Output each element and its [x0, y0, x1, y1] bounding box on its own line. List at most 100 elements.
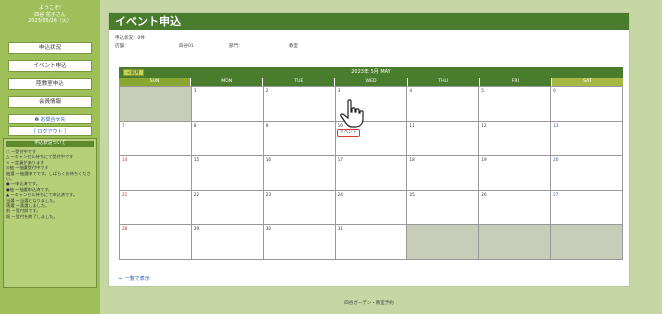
page-title: イベント申込	[109, 13, 629, 30]
store-label: 店舗：	[115, 44, 129, 49]
calendar-cell[interactable]: 12	[479, 121, 552, 157]
weekday-sun: SUN	[119, 78, 192, 86]
calendar-cell[interactable]: 15	[191, 156, 264, 191]
calendar-cell[interactable]: 13	[551, 121, 623, 157]
day-number: 17	[337, 157, 343, 163]
calendar-month: 2023年 5月 MAY	[351, 69, 391, 75]
sidebar-event-application-button[interactable]: イベント申込	[8, 60, 92, 72]
calendar-cell[interactable]: 26	[479, 190, 552, 226]
day-number: 25	[409, 191, 415, 197]
department-value: 教室	[289, 44, 298, 49]
weekday-thu: THU	[407, 78, 480, 86]
day-number: 20	[553, 157, 559, 163]
day-number: 4	[409, 88, 413, 93]
day-number: 18	[409, 157, 415, 163]
weekday-sat: SAT	[551, 78, 623, 86]
calendar-cell[interactable]: 28	[120, 225, 192, 260]
calendar-cell[interactable]: 2	[263, 87, 336, 122]
day-number: 2	[265, 88, 269, 93]
department-label: 部門：	[229, 44, 243, 49]
day-number: 26	[481, 191, 487, 197]
status-legend: 申込状況ついて ○ ー受付中です △ ーキャンセル待ちにて受付中です × ー定員…	[3, 138, 97, 288]
day-number: 12	[481, 122, 487, 128]
calendar-cell[interactable]: 11	[407, 121, 480, 157]
day-number: 14	[122, 157, 128, 163]
day-number: 15	[193, 157, 200, 163]
calendar-cell[interactable]: 17	[335, 156, 408, 191]
event-calendar: 2023年 5月 MAY <前月 SUN MON TUE WED THU FRI…	[119, 67, 623, 277]
calendar-cell[interactable]: 25	[407, 190, 480, 226]
day-number: 22	[193, 191, 200, 197]
day-number: 28	[122, 226, 128, 232]
day-number: 21	[122, 191, 128, 197]
legend-item: 抽選 ー抽選申でです。しばらくお待ちください。	[6, 170, 91, 182]
sidebar-member-info-button[interactable]: 会員情報	[8, 96, 92, 108]
footer: 四谷ガーデン・教室予約	[344, 301, 394, 306]
calendar-cell[interactable]: 29	[191, 225, 264, 260]
current-date: 2023/05/26（火）	[28, 18, 72, 24]
day-number: 3	[337, 88, 341, 93]
calendar-cell[interactable]: 5	[479, 87, 552, 122]
calendar-cell[interactable]: 30	[263, 225, 336, 260]
calendar-cell[interactable]: 24	[335, 190, 408, 226]
day-number: 8	[193, 122, 197, 128]
calendar-cell-empty	[120, 87, 192, 122]
calendar-cell[interactable]: 16	[263, 156, 336, 191]
day-number: 27	[553, 191, 559, 197]
calendar-cell[interactable]: 18	[407, 156, 480, 191]
day-number: 1	[193, 88, 197, 93]
day-number: 11	[409, 122, 415, 128]
weekday-tue: TUE	[263, 78, 336, 86]
calendar-cell[interactable]: 31	[335, 225, 408, 260]
calendar-cell[interactable]: 7	[120, 121, 192, 157]
weekday-fri: FRI	[479, 78, 552, 86]
calendar-cell[interactable]: 4	[407, 87, 480, 122]
day-number: 6	[553, 88, 556, 93]
calendar-cell-empty	[407, 225, 480, 260]
day-number: 13	[553, 122, 559, 128]
legend-item: 既 ー受付を終了しました。	[6, 213, 58, 219]
previous-month-button[interactable]: <前月	[123, 69, 144, 76]
day-number: 30	[265, 226, 272, 232]
day-number: 31	[337, 226, 343, 232]
day-number: 9	[265, 122, 269, 128]
calendar-cell[interactable]: 8	[191, 121, 264, 157]
event-link[interactable]: イベント	[336, 128, 360, 137]
calendar-cell[interactable]: 21	[120, 190, 192, 226]
day-number: 7	[122, 122, 125, 128]
day-number: 5	[481, 88, 484, 93]
day-number: 16	[265, 157, 272, 163]
weekday-wed: WED	[335, 78, 408, 86]
calendar-cell[interactable]: 9	[263, 121, 336, 157]
day-number: 19	[481, 157, 487, 163]
calendar-grid: 1 2 3 4 5 6 7 8 9 10 イベント 11 12 13 14 15…	[119, 86, 623, 260]
sidebar-class-application-button[interactable]: 陸教室申込	[8, 78, 92, 90]
legend-title: 申込状況ついて	[6, 141, 94, 147]
application-count: 申込状況：0件	[115, 36, 145, 41]
main-panel: イベント申込 申込状況：0件 店舗： 四谷01 部門： 教室 2023年 5月 …	[108, 12, 630, 287]
calendar-cell-empty	[551, 225, 623, 260]
store-value: 四谷01	[179, 44, 194, 49]
calendar-cell[interactable]: 23	[263, 190, 336, 226]
sidebar: ようこそ! 四谷 花子さん 2023/05/26（火） 申込状況 イベント申込 …	[0, 0, 100, 314]
calendar-cell[interactable]: 14	[120, 156, 192, 191]
calendar-cell[interactable]: 20	[551, 156, 623, 191]
calendar-cell[interactable]: 27	[551, 190, 623, 226]
day-number: 24	[337, 191, 343, 197]
day-number: 23	[265, 191, 272, 197]
calendar-cell[interactable]: 1	[191, 87, 264, 122]
logout-link[interactable]: ［ ログアウト ］	[8, 126, 92, 136]
contact-link[interactable]: ❷ お問合せ先	[8, 114, 92, 124]
calendar-cell[interactable]: 22	[191, 190, 264, 226]
calendar-cell-empty	[479, 225, 552, 260]
hand-pointer-icon	[340, 99, 364, 128]
back-to-list-link[interactable]: ← 一覧で表示	[119, 275, 150, 282]
calendar-cell[interactable]: 6	[551, 87, 623, 122]
weekday-mon: MON	[191, 78, 264, 86]
greeting: ようこそ! 四谷 花子さん 2023/05/26（火）	[0, 0, 100, 25]
day-number: 29	[193, 226, 200, 232]
sidebar-application-status-button[interactable]: 申込状況	[8, 42, 92, 54]
calendar-cell[interactable]: 19	[479, 156, 552, 191]
calendar-header: 2023年 5月 MAY <前月	[119, 67, 623, 78]
weekday-header: SUN MON TUE WED THU FRI SAT	[119, 78, 623, 86]
